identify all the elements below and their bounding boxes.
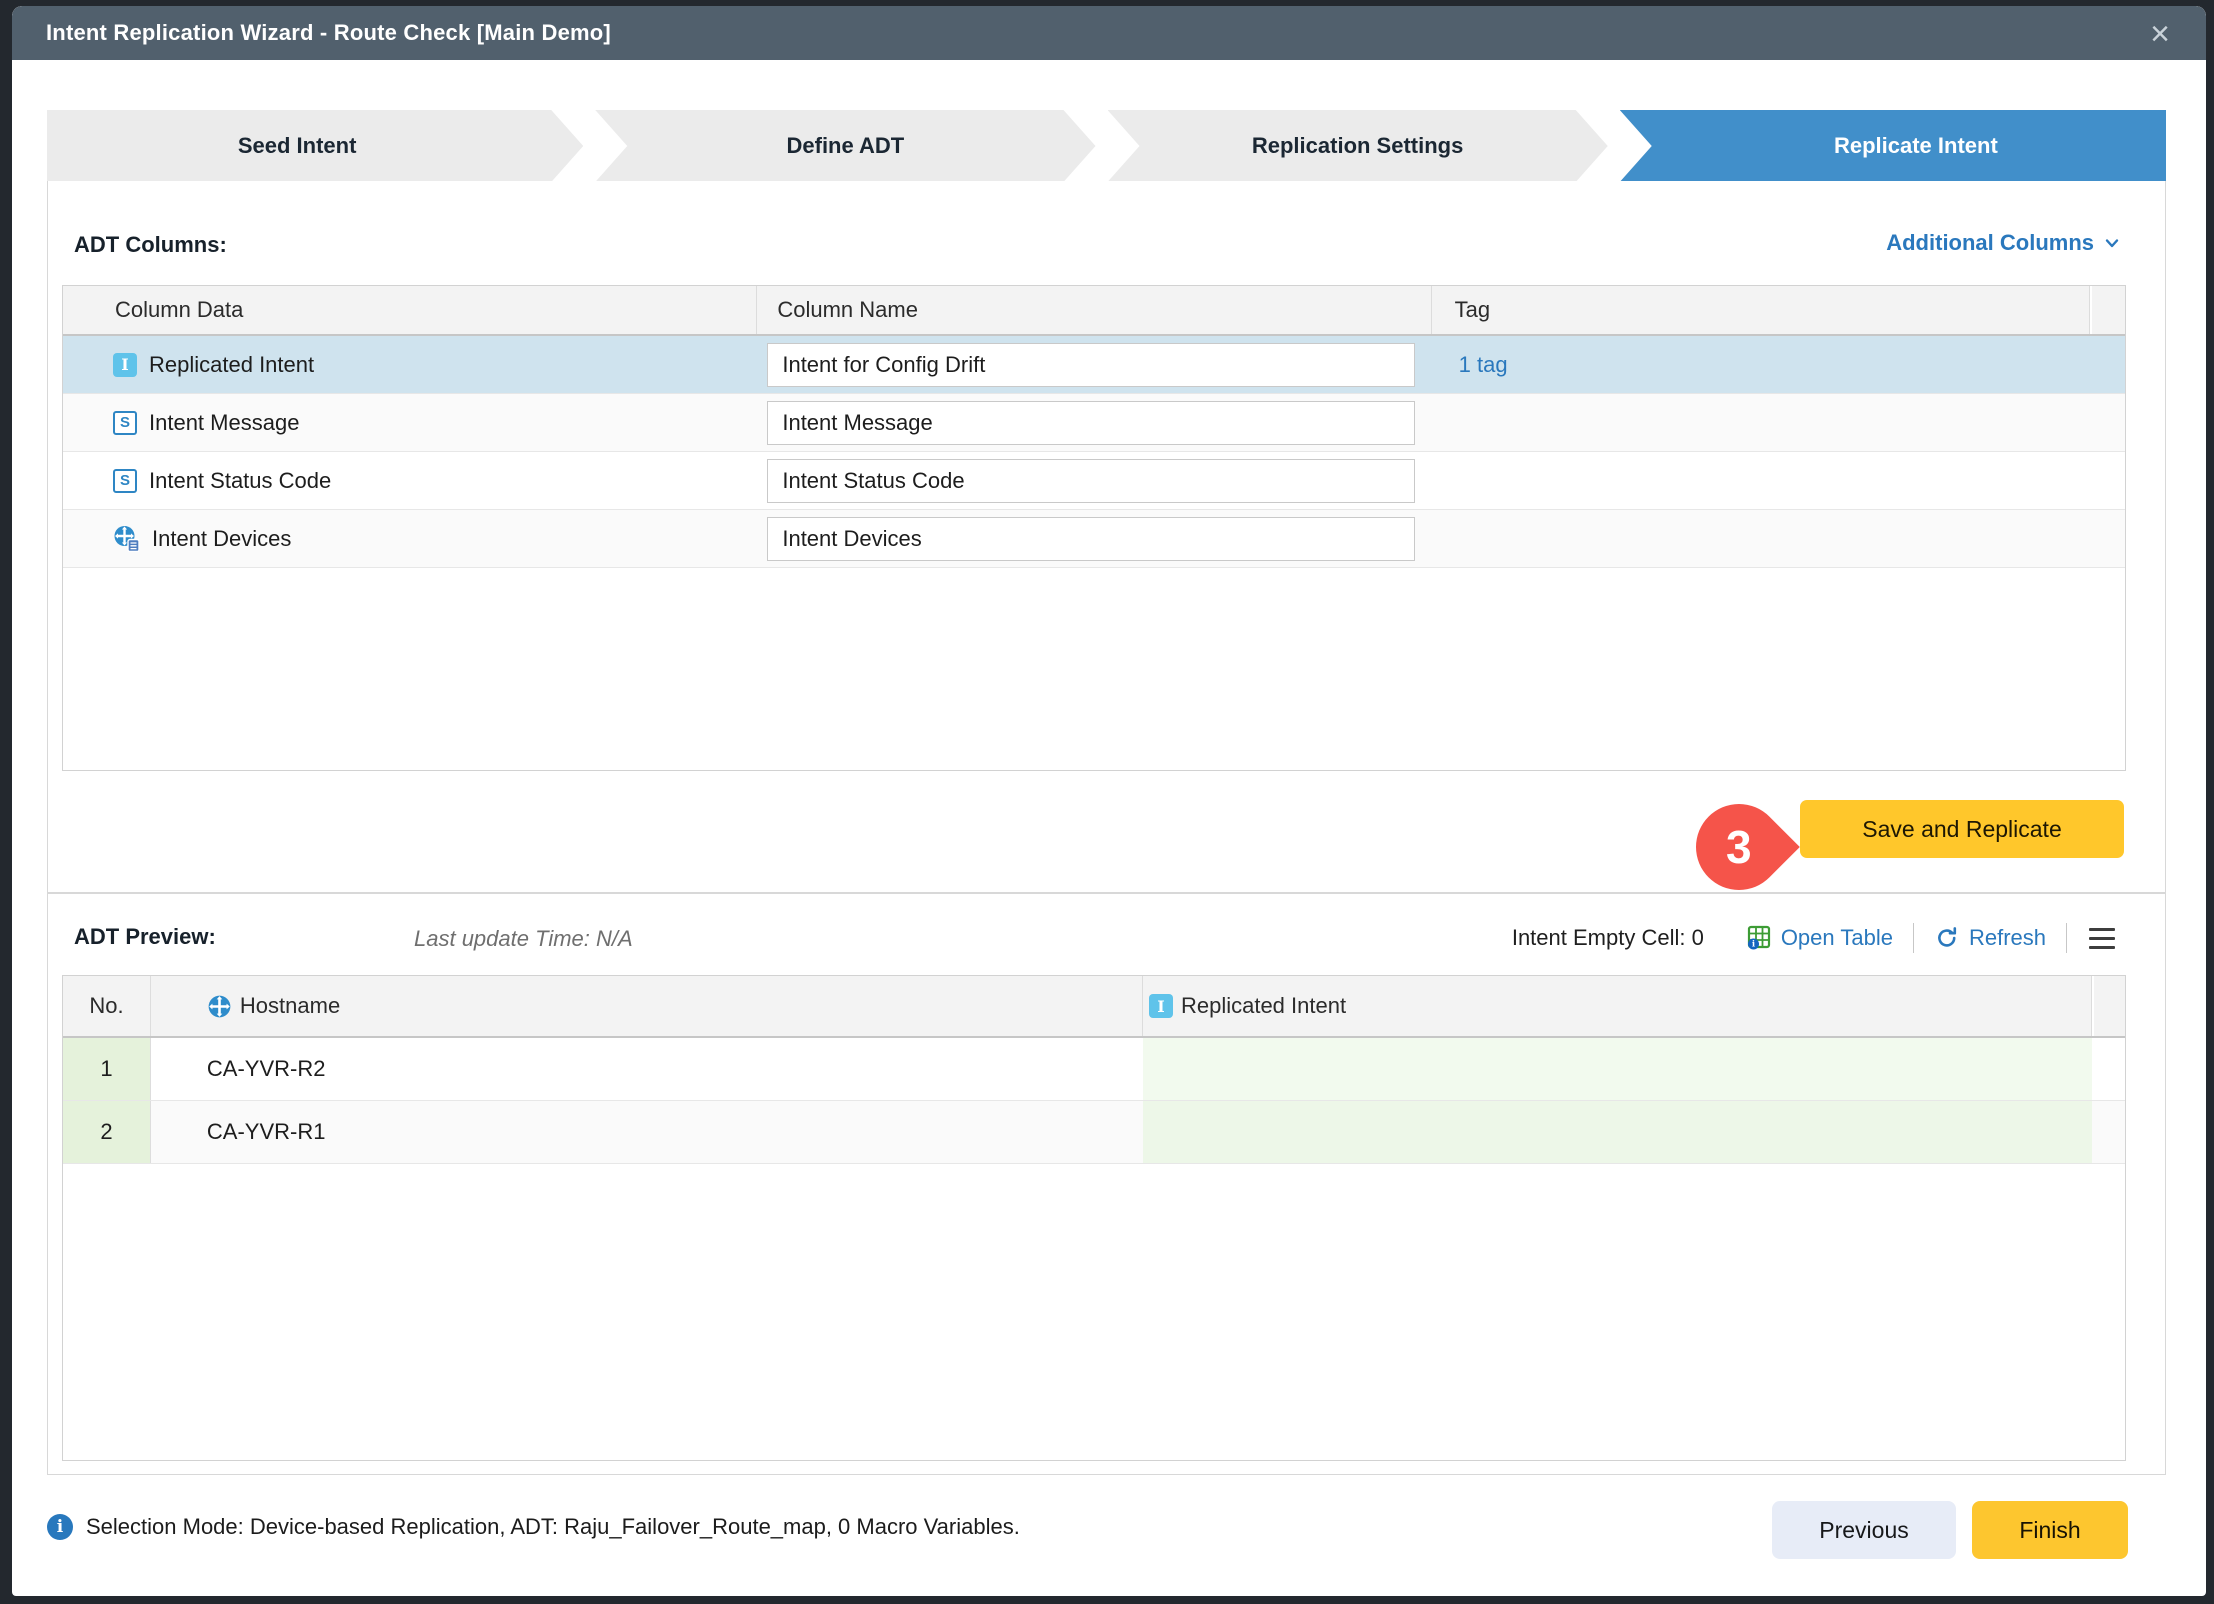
preview-toolbar: Intent Empty Cell: 0 i Open Table Refres… [1512, 918, 2117, 958]
finish-button[interactable]: Finish [1972, 1501, 2128, 1559]
header-column-name: Column Name [757, 286, 1431, 334]
hostname-cell: CA-YVR-R2 [151, 1038, 1143, 1100]
toolbar-separator [2066, 923, 2067, 953]
table-row[interactable]: Intent Devices [63, 510, 2125, 568]
close-icon[interactable]: × [2140, 14, 2180, 54]
chevron-down-icon [2102, 233, 2122, 253]
refresh-link[interactable]: Refresh [1934, 925, 2046, 951]
column-data-label: Intent Status Code [149, 468, 331, 494]
column-data-label: Replicated Intent [149, 352, 314, 378]
open-table-link[interactable]: i Open Table [1746, 925, 1893, 951]
header-no: No. [63, 976, 151, 1036]
last-update-time: Last update Time: N/A [414, 926, 633, 952]
toolbar-separator [1913, 923, 1914, 953]
intent-replication-wizard-dialog: Intent Replication Wizard - Route Check … [12, 6, 2206, 1596]
refresh-icon [1934, 925, 1960, 951]
column-name-input[interactable] [767, 459, 1415, 503]
column-data-label: Intent Message [149, 410, 299, 436]
previous-button[interactable]: Previous [1772, 1501, 1956, 1559]
menu-icon[interactable] [2087, 924, 2117, 953]
replicated-intent-cell[interactable] [1143, 1101, 2092, 1163]
intent-empty-cell-count: Intent Empty Cell: 0 [1512, 925, 1704, 951]
additional-columns-label: Additional Columns [1886, 230, 2094, 256]
device-icon [207, 994, 232, 1019]
replicated-intent-cell[interactable] [1143, 1038, 2092, 1100]
header-hostname: Hostname [151, 976, 1143, 1036]
table-row[interactable]: 2 CA-YVR-R1 [63, 1101, 2125, 1164]
string-icon: S [113, 411, 137, 435]
table-row[interactable]: S Intent Message [63, 394, 2125, 452]
info-icon: i [47, 1514, 73, 1540]
wizard-stepper: Seed Intent Define ADT Replication Setti… [47, 110, 2166, 182]
footer-buttons: Previous Finish [1772, 1501, 2128, 1559]
header-gutter [2090, 286, 2125, 334]
table-row[interactable]: S Intent Status Code [63, 452, 2125, 510]
step-define-adt[interactable]: Define ADT [595, 110, 1095, 182]
step-replicate-intent[interactable]: Replicate Intent [1620, 110, 2166, 182]
header-replicated-intent: I Replicated Intent [1143, 976, 2092, 1036]
adt-preview-table: No. Hostname I Replicated Intent 1 CA-YV… [62, 975, 2126, 1461]
table-row[interactable]: 1 CA-YVR-R2 [63, 1038, 2125, 1101]
panel-divider [47, 893, 2166, 894]
refresh-label: Refresh [1969, 925, 2046, 951]
header-column-data: Column Data [63, 286, 757, 334]
device-icon [113, 525, 140, 552]
step-seed-intent[interactable]: Seed Intent [47, 110, 583, 182]
column-name-input[interactable] [767, 343, 1415, 387]
selection-mode-info: i Selection Mode: Device-based Replicati… [47, 1514, 1020, 1540]
additional-columns-link[interactable]: Additional Columns [1886, 230, 2122, 256]
open-table-label: Open Table [1781, 925, 1893, 951]
adt-columns-table-header: Column Data Column Name Tag [63, 286, 2125, 336]
intent-icon: I [1149, 994, 1173, 1018]
header-tag: Tag [1432, 286, 2090, 334]
step-label: Seed Intent [238, 133, 357, 159]
dialog-title: Intent Replication Wizard - Route Check … [46, 20, 611, 46]
table-row[interactable]: I Replicated Intent 1 tag [63, 336, 2125, 394]
adt-preview-label: ADT Preview: [74, 924, 216, 950]
step-label: Replicate Intent [1834, 133, 1998, 159]
column-name-input[interactable] [767, 517, 1415, 561]
step-label: Replication Settings [1252, 133, 1463, 159]
header-hostname-label: Hostname [240, 993, 340, 1019]
open-table-icon: i [1746, 925, 1772, 951]
step-label: Define ADT [787, 133, 905, 159]
adt-columns-label: ADT Columns: [74, 232, 227, 258]
column-data-label: Intent Devices [152, 526, 291, 552]
step-replication-settings[interactable]: Replication Settings [1108, 110, 1608, 182]
selection-mode-text: Selection Mode: Device-based Replication… [86, 1514, 1020, 1540]
preview-table-header: No. Hostname I Replicated Intent [63, 976, 2125, 1038]
header-gutter [2092, 976, 2125, 1036]
row-number-cell: 2 [63, 1101, 151, 1163]
adt-columns-table: Column Data Column Name Tag I Replicated… [62, 285, 2126, 771]
row-number-cell: 1 [63, 1038, 151, 1100]
column-name-input[interactable] [767, 401, 1415, 445]
save-and-replicate-button[interactable]: Save and Replicate [1800, 800, 2124, 858]
dialog-titlebar: Intent Replication Wizard - Route Check … [12, 6, 2206, 60]
intent-icon: I [113, 353, 137, 377]
header-replicated-intent-label: Replicated Intent [1181, 993, 1346, 1019]
string-icon: S [113, 469, 137, 493]
hostname-cell: CA-YVR-R1 [151, 1101, 1143, 1163]
tag-link[interactable]: 1 tag [1459, 352, 1508, 377]
